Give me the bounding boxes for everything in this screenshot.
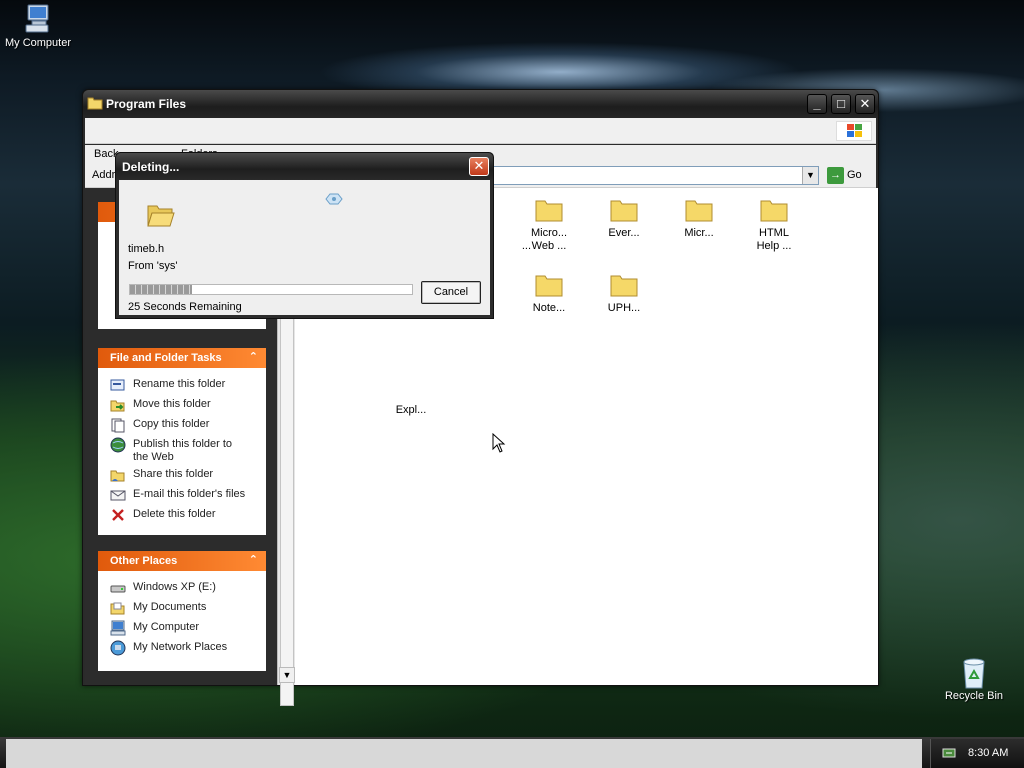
close-button[interactable]: ✕ [855, 94, 875, 114]
windows-logo-icon [836, 121, 872, 141]
folder-icon [609, 271, 639, 299]
dialog-title: Deleting... [122, 160, 180, 174]
progress-fill [130, 285, 193, 294]
collapse-chevron-icon[interactable]: ⌃ [249, 350, 258, 363]
place-my-documents[interactable]: My Documents [98, 597, 266, 617]
task-copy-folder[interactable]: Copy this folder [98, 414, 266, 434]
my-documents-icon [110, 600, 126, 616]
deleting-source: From 'sys' [128, 260, 178, 272]
cancel-button[interactable]: Cancel [421, 281, 481, 304]
system-tray: 8:30 AM [930, 739, 1024, 768]
taskbar-buttons-area[interactable] [6, 739, 922, 768]
dialog-close-button[interactable]: ✕ [469, 157, 489, 176]
task-move-folder[interactable]: Move this folder [98, 394, 266, 414]
mouse-cursor-icon [492, 433, 506, 453]
go-button[interactable]: → Go [825, 166, 865, 185]
folder-icon [684, 196, 714, 224]
copy-icon [110, 417, 126, 433]
desktop-icon-label: Recycle Bin [944, 690, 1004, 702]
folder-item[interactable]: Expl... [376, 404, 446, 422]
time-remaining: 25 Seconds Remaining [128, 301, 242, 313]
my-computer-icon [22, 3, 54, 35]
panel-title: File and Folder Tasks [110, 352, 222, 364]
window-titlebar[interactable]: Program Files _ □ ✕ [83, 90, 878, 118]
folder-item[interactable]: Micro... Web ... [514, 196, 584, 253]
open-folder-icon [146, 202, 176, 231]
folder-item[interactable]: Micr... [664, 196, 734, 240]
other-places-panel: Other Places ⌃ Windows XP (E:) My Docume… [98, 551, 266, 671]
globe-icon [110, 437, 126, 453]
desktop-icon-label: My Computer [4, 37, 72, 49]
place-windows-xp-drive[interactable]: Windows XP (E:) [98, 577, 266, 597]
task-publish-folder[interactable]: Publish this folder to the Web [98, 434, 266, 464]
window-title: Program Files [106, 97, 187, 111]
delete-x-icon [110, 507, 126, 523]
folder-item[interactable]: Ever... [589, 196, 659, 240]
place-my-network-places[interactable]: My Network Places [98, 637, 266, 657]
collapse-chevron-icon[interactable]: ⌃ [249, 553, 258, 566]
desktop-icon-recycle-bin[interactable]: Recycle Bin [936, 656, 1012, 702]
folder-icon [759, 196, 789, 224]
go-arrow-icon: → [827, 167, 844, 184]
folder-item[interactable]: HTML Help ... [739, 196, 809, 253]
chevron-down-icon[interactable]: ▼ [802, 167, 818, 184]
safely-remove-hardware-icon[interactable] [942, 746, 956, 763]
recycle-bin-icon [958, 656, 990, 689]
taskbar: 8:30 AM [0, 737, 1024, 768]
dialog-body: timeb.h From 'sys' 25 Seconds Remaining … [119, 180, 490, 315]
my-computer-icon [110, 620, 126, 636]
email-icon [110, 487, 126, 503]
task-email-files[interactable]: E-mail this folder's files [98, 484, 266, 504]
folder-icon [534, 271, 564, 299]
scrollbar-thumb[interactable] [280, 272, 294, 706]
network-places-icon [110, 640, 126, 656]
dialog-titlebar[interactable]: Deleting... ✕ [116, 153, 493, 180]
folder-icon [87, 96, 103, 113]
other-places-header[interactable]: Other Places ⌃ [98, 551, 266, 571]
task-rename-folder[interactable]: Rename this folder [98, 374, 266, 394]
minimize-button[interactable]: _ [807, 94, 827, 114]
desktop-icon-my-computer[interactable]: My Computer [0, 3, 76, 49]
task-share-folder[interactable]: Share this folder [98, 464, 266, 484]
menu-bar [85, 118, 876, 144]
scroll-down-arrow-icon[interactable]: ▼ [279, 667, 295, 683]
deleting-dialog: Deleting... ✕ timeb.h From 'sys' 25 Seco… [115, 152, 494, 319]
maximize-button[interactable]: □ [831, 94, 851, 114]
file-folder-tasks-panel: File and Folder Tasks ⌃ Rename this fold… [98, 348, 266, 535]
panel-title: Other Places [110, 555, 178, 567]
folder-item[interactable]: Note... [514, 271, 584, 315]
task-delete-folder[interactable]: Delete this folder [98, 504, 266, 524]
rename-icon [110, 377, 126, 393]
go-label: Go [847, 169, 862, 181]
file-folder-tasks-header[interactable]: File and Folder Tasks ⌃ [98, 348, 266, 368]
share-icon [110, 467, 126, 483]
move-icon [110, 397, 126, 413]
taskbar-clock[interactable]: 8:30 AM [968, 747, 1008, 759]
folder-item[interactable]: UPH... [589, 271, 659, 315]
drive-icon [110, 580, 126, 596]
folder-icon [609, 196, 639, 224]
recycle-animation-icon [323, 191, 345, 210]
folder-icon [534, 196, 564, 224]
place-my-computer[interactable]: My Computer [98, 617, 266, 637]
delete-progress-bar [129, 284, 413, 295]
deleting-file-name: timeb.h [128, 243, 165, 255]
